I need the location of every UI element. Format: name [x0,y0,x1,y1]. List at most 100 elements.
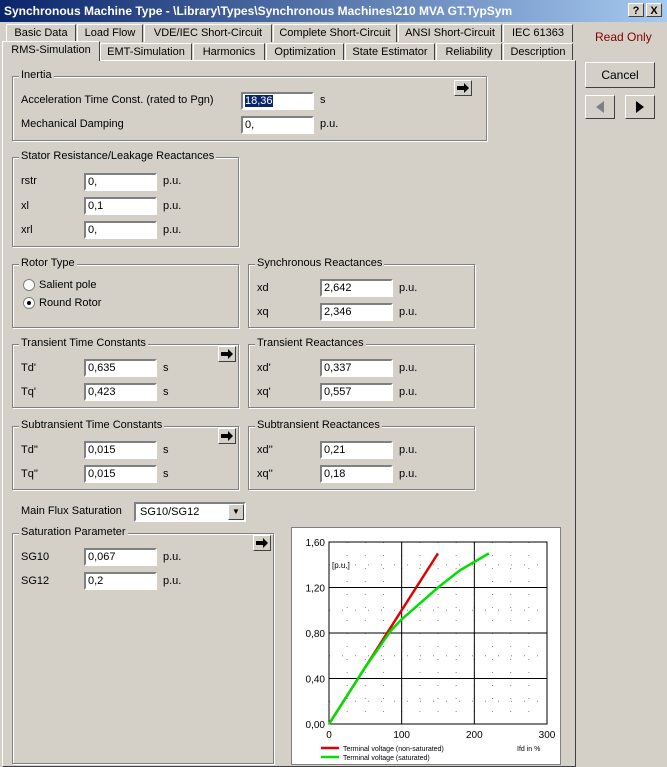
saturation-curve-plot: 0,00 0,40 0,80 1,20 1,60 0 100 200 300 [p.u.] Ifd … [291,527,561,765]
arrow-left-icon [596,101,604,113]
xrl-field[interactable]: 0, [84,221,157,239]
td-transient-label: Td' [21,362,36,374]
arrow-right-icon [256,538,268,548]
tq-subtransient-field[interactable]: 0,015 [84,465,157,483]
td-transient-field[interactable]: 0,635 [84,359,157,377]
xd-transient-label: xd' [257,362,271,374]
inertia-title: Inertia [19,69,54,81]
title-bar: Synchronous Machine Type - \Library\Type… [0,0,667,22]
subtransient-time-group: Subtransient Time Constants Td'' 0,015 s… [12,419,239,490]
xq-transient-unit: p.u. [399,386,418,398]
rstr-field[interactable]: 0, [84,173,157,191]
subtransient-reactances-group: Subtransient Reactances xd'' 0,21 p.u. x… [248,419,475,490]
xl-label: xl [21,200,29,212]
main-flux-saturation-label: Main Flux Saturation [21,505,122,517]
tab-emt-simulation[interactable]: EMT-Simulation [100,43,192,61]
xl-unit: p.u. [163,200,182,212]
next-button[interactable] [625,95,655,119]
round-rotor-radio[interactable] [23,297,35,309]
tab-description[interactable]: Description [503,43,573,61]
xq-transient-label: xq' [257,386,271,398]
y-tick-label: 0,00 [306,720,326,731]
damping-field[interactable]: 0, [241,116,314,134]
accel-time-unit: s [320,94,326,106]
xq-subtransient-unit: p.u. [399,468,418,480]
main-flux-saturation-select[interactable]: SG10/SG12 ▼ [134,502,246,522]
tq-transient-label: Tq' [21,386,36,398]
round-rotor-label[interactable]: Round Rotor [39,297,101,309]
saturation-details-button[interactable] [253,535,271,551]
xq-field[interactable]: 2,346 [320,303,393,321]
salient-pole-radio[interactable] [23,279,35,291]
sync-reactances-group: Synchronous Reactances xd 2,642 p.u. xq … [248,257,475,328]
close-button[interactable]: X [646,3,662,17]
rstr-label: rstr [21,175,37,187]
chevron-down-icon[interactable]: ▼ [228,504,244,520]
tab-ansi-short-circuit[interactable]: ANSI Short-Circuit [398,24,502,42]
tab-load-flow[interactable]: Load Flow [77,24,143,42]
subtransient-time-title: Subtransient Time Constants [19,419,165,431]
tq-transient-unit: s [163,386,169,398]
td-transient-unit: s [163,362,169,374]
tab-rms-simulation[interactable]: RMS-Simulation [2,41,100,61]
xd-unit: p.u. [399,282,418,294]
transient-time-title: Transient Time Constants [19,337,148,349]
arrow-right-icon [457,83,469,93]
arrow-right-icon [636,101,644,113]
tab-basic-data[interactable]: Basic Data [6,24,76,42]
window-title: Synchronous Machine Type - \Library\Type… [4,4,513,18]
help-button[interactable]: ? [628,3,644,17]
tab-vde-iec-short-circuit[interactable]: VDE/IEC Short-Circuit [144,24,272,42]
x-tick-label: 200 [466,730,483,741]
damping-label: Mechanical Damping [21,118,124,130]
tab-reliability[interactable]: Reliability [436,43,502,61]
xd-subtransient-field[interactable]: 0,21 [320,441,393,459]
rotor-type-group: Rotor Type Salient pole Round Rotor [12,257,239,328]
transient-reactances-group: Transient Reactances xd' 0,337 p.u. xq' … [248,337,475,408]
tab-optimization[interactable]: Optimization [266,43,344,61]
y-tick-label: 1,20 [306,584,326,595]
y-tick-label: 0,80 [306,629,326,640]
sg12-unit: p.u. [163,575,182,587]
tab-harmonics[interactable]: Harmonics [193,43,265,61]
xd-field[interactable]: 2,642 [320,279,393,297]
xq-transient-field[interactable]: 0,557 [320,383,393,401]
stator-title: Stator Resistance/Leakage Reactances [19,150,217,162]
xq-subtransient-field[interactable]: 0,18 [320,465,393,483]
xl-field[interactable]: 0,1 [84,197,157,215]
xd-subtransient-label: xd'' [257,444,273,456]
xd-transient-field[interactable]: 0,337 [320,359,393,377]
tab-complete-short-circuit[interactable]: Complete Short-Circuit [273,24,397,42]
td-subtransient-field[interactable]: 0,015 [84,441,157,459]
y-tick-label: 1,60 [306,538,326,549]
sg10-field[interactable]: 0,067 [84,548,157,566]
xq-unit: p.u. [399,306,418,318]
xq-label: xq [257,306,269,318]
td-subtransient-unit: s [163,444,169,456]
tab-iec-61363[interactable]: IEC 61363 [503,24,573,42]
inertia-details-button[interactable] [454,80,472,96]
cancel-button[interactable]: Cancel [585,62,655,88]
xd-transient-unit: p.u. [399,362,418,374]
transient-time-group: Transient Time Constants Td' 0,635 s Tq'… [12,337,239,408]
y-tick-label: 0,40 [306,675,326,686]
damping-unit: p.u. [320,118,339,130]
transient-time-details-button[interactable] [218,346,236,362]
previous-button[interactable] [585,95,615,119]
rotor-type-title: Rotor Type [19,257,77,269]
x-tick-label: 100 [393,730,410,741]
transient-reactances-title: Transient Reactances [255,337,366,349]
td-subtransient-label: Td'' [21,444,39,456]
rstr-unit: p.u. [163,175,182,187]
sg12-field[interactable]: 0,2 [84,572,157,590]
salient-pole-label[interactable]: Salient pole [39,279,97,291]
saturation-curve-svg: 0,00 0,40 0,80 1,20 1,60 0 100 200 300 [p.u.] Ifd … [306,538,556,762]
tq-transient-field[interactable]: 0,423 [84,383,157,401]
tab-state-estimator[interactable]: State Estimator [345,43,435,61]
main-flux-saturation-value: SG10/SG12 [140,506,200,518]
y-axis-label: [p.u.] [332,561,350,570]
arrow-right-icon [221,349,233,359]
series-line-1 [327,552,490,725]
accel-time-field[interactable]: 18,36 [241,92,314,110]
subtransient-time-details-button[interactable] [218,428,236,444]
